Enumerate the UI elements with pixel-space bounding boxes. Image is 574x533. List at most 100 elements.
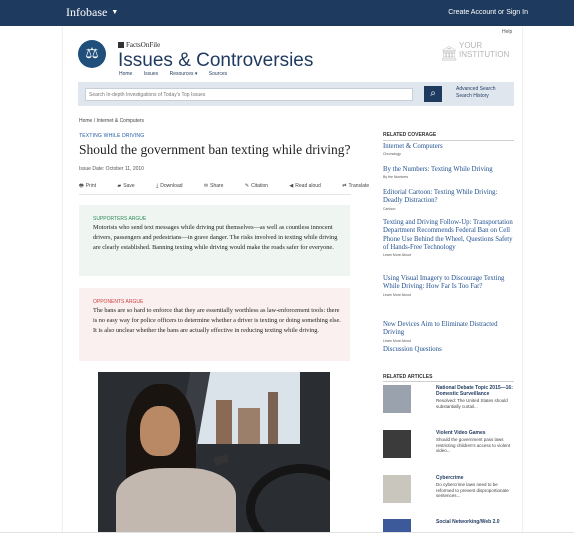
item-title: Using Visual Imagery to Discourage Texti… [383, 275, 505, 291]
related-coverage-item[interactable]: Discussion Questions [383, 346, 514, 354]
citation-button[interactable]: ✎ Citation [245, 183, 278, 189]
opponents-argue-box: OPPONENTS ARGUE The bans are so hard to … [79, 288, 350, 361]
related-article-desc: Resolved: The United States should subst… [436, 398, 508, 409]
site-title[interactable]: Issues & Controversies [118, 50, 313, 72]
search-history-link[interactable]: Search History [456, 93, 495, 100]
citation-icon: ✎ [244, 183, 250, 189]
translate-button[interactable]: ⇄ Translate [342, 183, 379, 189]
main-nav: Home Issues Resources ▾ Sources [119, 71, 237, 77]
related-coverage-item[interactable]: By the Numbers: Texting While Driving By … [383, 166, 514, 179]
issue-date: Issue Date: October 11, 2010 [79, 166, 144, 172]
citation-label: Citation [251, 183, 269, 189]
related-article-item[interactable]: Violent Video Games Should the governmen… [383, 430, 514, 464]
infobase-menu[interactable]: Infobase ▼ [66, 5, 118, 20]
related-coverage-item[interactable]: New Devices Aim to Eliminate Distracted … [383, 321, 514, 343]
institution-line-2: INSTITUTION [459, 50, 510, 59]
download-label: Download [160, 183, 183, 189]
divider [383, 140, 514, 141]
supporters-argue-box: SUPPORTERS ARGUE Motorists who send text… [79, 205, 350, 276]
divider [79, 194, 351, 195]
building [268, 392, 278, 444]
texting-driver-photo [98, 372, 330, 533]
search-button[interactable]: ⌕ [424, 86, 442, 102]
item-title: Texting and Driving Follow-Up: Transport… [383, 219, 513, 251]
opponents-heading: OPPONENTS ARGUE [93, 299, 144, 305]
search-input[interactable]: Search In-depth Investigations of Today'… [85, 88, 413, 101]
translate-icon: ⇄ [342, 183, 347, 189]
related-article-title: National Debate Topic 2015—16: Domestic … [436, 385, 513, 397]
related-coverage-heading: RELATED COVERAGE [383, 132, 437, 138]
building [216, 400, 232, 444]
top-bar: Infobase ▼ Create Account or Sign In [0, 0, 574, 26]
nav-sources[interactable]: Sources [209, 71, 227, 77]
item-title: By the Numbers: Texting While Driving [383, 166, 493, 173]
related-coverage-item[interactable]: Editorial Cartoon: Texting While Driving… [383, 189, 514, 211]
item-type: By the Numbers [383, 175, 409, 180]
item-type: Chronology [383, 152, 401, 157]
related-coverage-item[interactable]: Internet & Computers Chronology [383, 143, 514, 156]
read-aloud-label: Read aloud [295, 183, 321, 189]
article-thumbnail [383, 519, 411, 532]
related-article-item[interactable]: National Debate Topic 2015—16: Domestic … [383, 385, 514, 419]
sign-in-link[interactable]: Create Account or Sign In [448, 9, 528, 16]
related-article-desc: Do cybercrime laws need to be reformed t… [436, 482, 509, 498]
related-article-item[interactable]: Social Networking/Web 2.0 [383, 519, 514, 532]
help-link[interactable]: Help [502, 29, 512, 35]
publisher-mark-icon [118, 42, 124, 48]
supporters-heading: SUPPORTERS ARGUE [93, 216, 147, 222]
phone-icon [213, 454, 229, 466]
article-thumbnail [383, 475, 411, 503]
breadcrumb[interactable]: Home / Internet & Computers [79, 118, 144, 124]
opponents-text: The bans are so hard to enforce that the… [93, 307, 341, 334]
section-label: TEXTING WHILE DRIVING [79, 133, 145, 139]
article-toolbar: 🖶 Print ▰ Save ⤓ Download ✉ Share ✎ Citation … [79, 183, 389, 191]
publisher-name: FactsOnFile [126, 41, 161, 49]
related-article-item[interactable]: Cybercrime Do cybercrime laws need to be… [383, 475, 514, 509]
item-type: Learn More About [383, 292, 411, 297]
building [238, 408, 260, 444]
related-coverage-item[interactable]: Texting and Driving Follow-Up: Transport… [383, 219, 514, 257]
divider [383, 381, 514, 382]
item-title: New Devices Aim to Eliminate Distracted … [383, 321, 498, 337]
item-type: Learn More About [383, 338, 411, 343]
institution-building-icon: 🏛 [440, 45, 458, 61]
publisher-logo: FactsOnFile [118, 41, 160, 49]
item-type: Learn More About [383, 253, 411, 258]
share-button[interactable]: ✉ Share [204, 183, 234, 189]
supporters-text: Motorists who send text messages while d… [93, 224, 338, 251]
institution-line-1: YOUR [459, 41, 483, 50]
driver-shirt [116, 468, 236, 533]
related-article-title: Cybercrime [436, 475, 464, 481]
print-label: Print [85, 183, 97, 189]
brand-label: Infobase [66, 5, 108, 19]
nav-issues[interactable]: Issues [144, 71, 158, 77]
related-article-title: Violent Video Games [436, 430, 486, 436]
related-coverage-item[interactable]: Using Visual Imagery to Discourage Texti… [383, 275, 514, 297]
steering-wheel [246, 464, 330, 533]
print-icon: 🖶 [79, 183, 84, 189]
article-thumbnail [383, 430, 411, 458]
save-label: Save [123, 183, 135, 189]
print-button[interactable]: 🖶 Print [79, 183, 106, 189]
save-icon: ▰ [117, 183, 122, 189]
read-aloud-button[interactable]: ◀ Read aloud [289, 183, 330, 189]
nav-resources[interactable]: Resources ▾ [170, 71, 198, 77]
download-button[interactable]: ⤓ Download [156, 183, 192, 189]
nav-home[interactable]: Home [119, 71, 132, 77]
search-links: Advanced Search Search History [456, 86, 495, 100]
item-title: Discussion Questions [383, 346, 442, 353]
item-type: Cartoon [383, 206, 396, 211]
item-title: Editorial Cartoon: Texting While Driving… [383, 189, 498, 205]
read-aloud-icon: ◀ [289, 183, 294, 189]
related-article-title: Social Networking/Web 2.0 [436, 519, 500, 525]
search-icon: ⌕ [430, 88, 436, 99]
share-label: Share [210, 183, 224, 189]
article-thumbnail [383, 385, 411, 413]
related-article-desc: Should the government pass laws restrict… [436, 437, 511, 453]
advanced-search-link[interactable]: Advanced Search [456, 86, 495, 93]
share-icon: ✉ [203, 183, 209, 189]
related-articles-heading: RELATED ARTICLES [383, 374, 433, 380]
save-button[interactable]: ▰ Save [117, 183, 144, 189]
article-title: Should the government ban texting while … [79, 142, 351, 157]
scales-logo-icon[interactable]: ⚖ [78, 40, 106, 68]
